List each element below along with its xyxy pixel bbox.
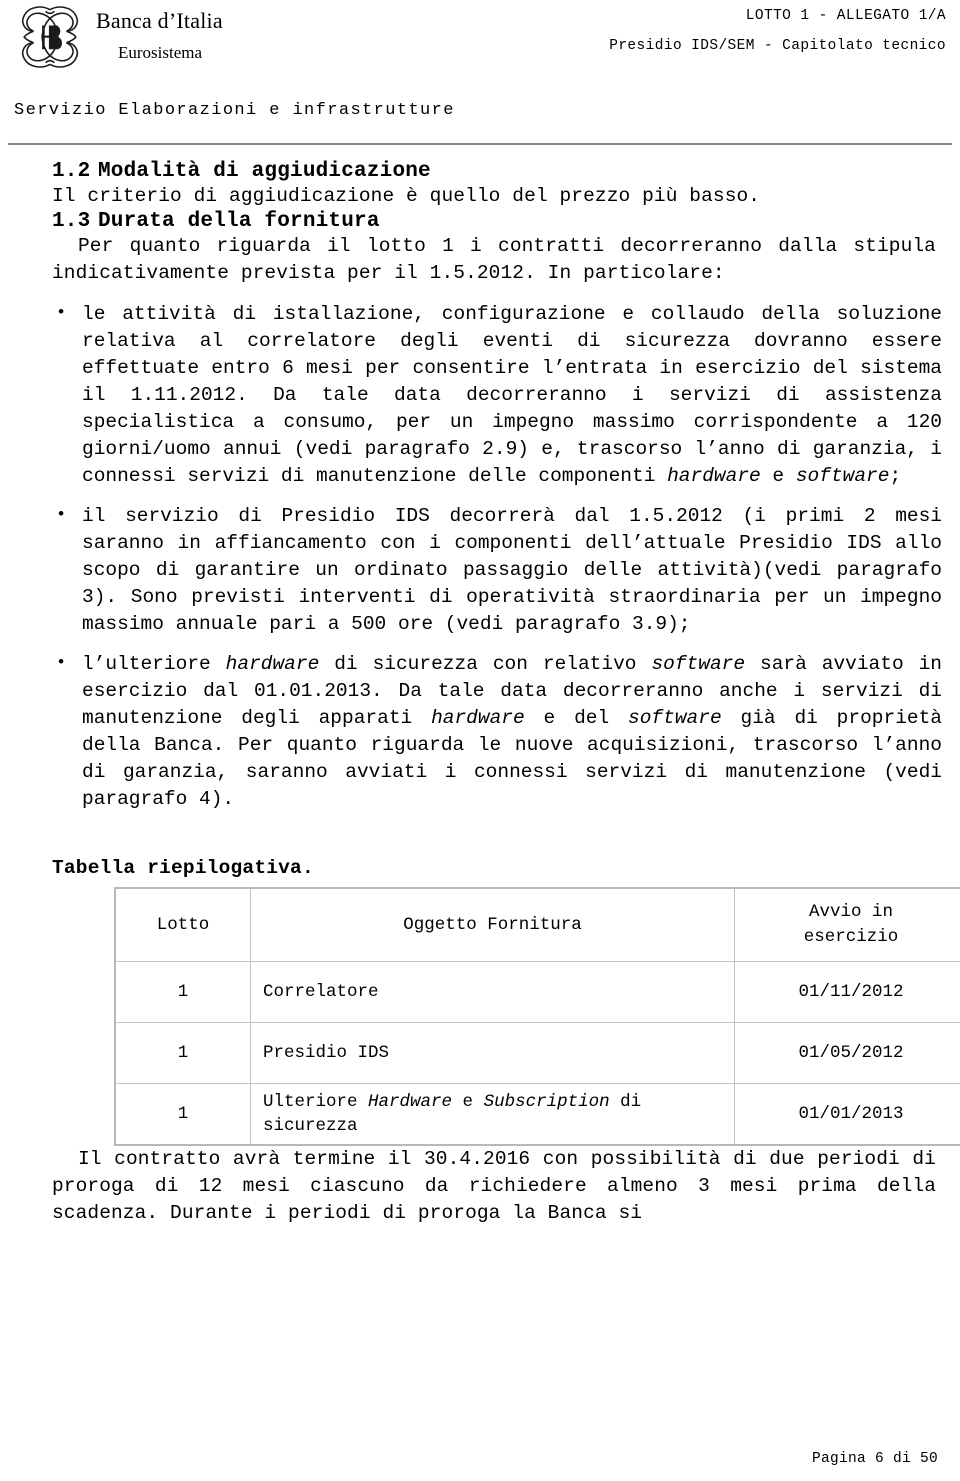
table-row: 1 Ulteriore Hardware e Subscription di s… [114, 1083, 960, 1146]
column-header-avvio-line2: esercizio [803, 927, 899, 947]
cell-lotto: 1 [114, 1022, 251, 1084]
bullet-3-italic2: software [651, 653, 746, 675]
bullet-1-part2: e [760, 465, 796, 487]
cell-avvio: 01/11/2012 [734, 961, 960, 1023]
brand-names: Banca d’Italia Eurosistema [96, 4, 223, 64]
bullet-3-text: l’ulteriore hardware di sicurezza con re… [82, 653, 942, 810]
list-item: l’ulteriore hardware di sicurezza con re… [52, 650, 942, 813]
table-head: Lotto Oggetto Fornitura Avvio in eserciz… [114, 887, 960, 962]
bullet-3-italic1: hardware [225, 653, 320, 675]
bullet-3-part1: l’ulteriore [82, 653, 226, 675]
cell-oggetto: Correlatore [250, 961, 735, 1023]
column-header-avvio: Avvio in esercizio [734, 887, 960, 962]
bullet-list: le attività di istallazione, configurazi… [52, 300, 942, 813]
brand-subtitle: Eurosistema [118, 43, 203, 62]
cell-avvio: 01/01/2013 [734, 1083, 960, 1146]
cell-oggetto-part2: e [452, 1092, 484, 1112]
bullet-1-italic1: hardware [667, 465, 761, 487]
column-header-oggetto: Oggetto Fornitura [250, 887, 735, 962]
page-footer: Pagina 6 di 50 [0, 1451, 960, 1467]
bullet-3-part2: di sicurezza con relativo [319, 653, 652, 675]
header-divider [8, 143, 952, 145]
bullet-3-italic3: hardware [431, 707, 525, 729]
column-header-lotto: Lotto [114, 887, 251, 962]
cell-lotto: 1 [114, 1083, 251, 1146]
section-title-1-2: Modalità di aggiudicazione [98, 160, 431, 183]
service-line: Servizio Elaborazioni e infrastrutture [14, 101, 455, 120]
cell-oggetto-italic1: Hardware [368, 1092, 453, 1112]
header-right-block: LOTTO 1 - ALLEGATO 1/A Presidio IDS/SEM … [609, 6, 946, 56]
column-header-avvio-line1: Avvio in [808, 902, 893, 922]
table-body: 1 Correlatore 01/11/2012 1 Presidio IDS … [114, 961, 960, 1146]
brand-title: Banca d’Italia [96, 8, 223, 33]
bullet-1-text: le attività di istallazione, configurazi… [82, 303, 942, 487]
bullet-2-text: il servizio di Presidio IDS decorrerà da… [82, 505, 942, 635]
page-number-label: Pagina 6 di 50 [811, 1451, 938, 1467]
table-row: 1 Presidio IDS 01/05/2012 [114, 1022, 960, 1084]
list-item: le attività di istallazione, configurazi… [52, 300, 942, 490]
cell-oggetto-italic2: Subscription [483, 1092, 610, 1112]
cell-avvio: 01/05/2012 [734, 1022, 960, 1084]
section-number-1-2: 1.2 [52, 160, 91, 183]
section-title-1-3: Durata della fornitura [98, 210, 380, 233]
table-header-row: Lotto Oggetto Fornitura Avvio in eserciz… [114, 887, 960, 962]
bullet-3-italic4: software [628, 707, 722, 729]
header-capitolato-line: Presidio IDS/SEM - Capitolato tecnico [609, 38, 946, 54]
paragraph-criterio: Il criterio di aggiudicazione è quello d… [52, 185, 761, 207]
paragraph-durata-intro: Per quanto riguarda il lotto 1 i contrat… [52, 235, 936, 284]
paragraph-closing: Il contratto avrà termine il 30.4.2016 c… [52, 1148, 936, 1224]
table-row: 1 Correlatore 01/11/2012 [114, 961, 960, 1023]
bullet-1-part3: ; [889, 465, 902, 487]
cell-oggetto: Presidio IDS [250, 1022, 735, 1084]
section-number-1-3: 1.3 [52, 210, 91, 233]
cell-oggetto-part1: Ulteriore [263, 1092, 369, 1112]
page-header: Banca d’Italia Eurosistema LOTTO 1 - ALL… [0, 0, 960, 145]
section-heading-1-3: 1.3 Durata della fornitura [52, 210, 942, 233]
list-item: il servizio di Presidio IDS decorrerà da… [52, 502, 942, 638]
header-lotto-line: LOTTO 1 - ALLEGATO 1/A [745, 8, 946, 24]
bullet-1-italic2: software [795, 465, 890, 487]
bullet-1-part1: le attività di istallazione, configurazi… [82, 303, 942, 487]
brand-block: Banca d’Italia Eurosistema [14, 4, 223, 70]
table-caption: Tabella riepilogativa. [52, 857, 314, 879]
cell-lotto: 1 [114, 961, 251, 1023]
banca-ditalia-monogram-icon [14, 4, 86, 70]
summary-table: Lotto Oggetto Fornitura Avvio in eserciz… [114, 887, 960, 1146]
bullet-3-part4: e del [524, 707, 629, 729]
section-heading-1-2: 1.2 Modalità di aggiudicazione [52, 160, 942, 183]
document-content: 1.2 Modalità di aggiudicazione Il criteri… [0, 160, 960, 1227]
cell-oggetto: Ulteriore Hardware e Subscription di sic… [250, 1083, 735, 1146]
